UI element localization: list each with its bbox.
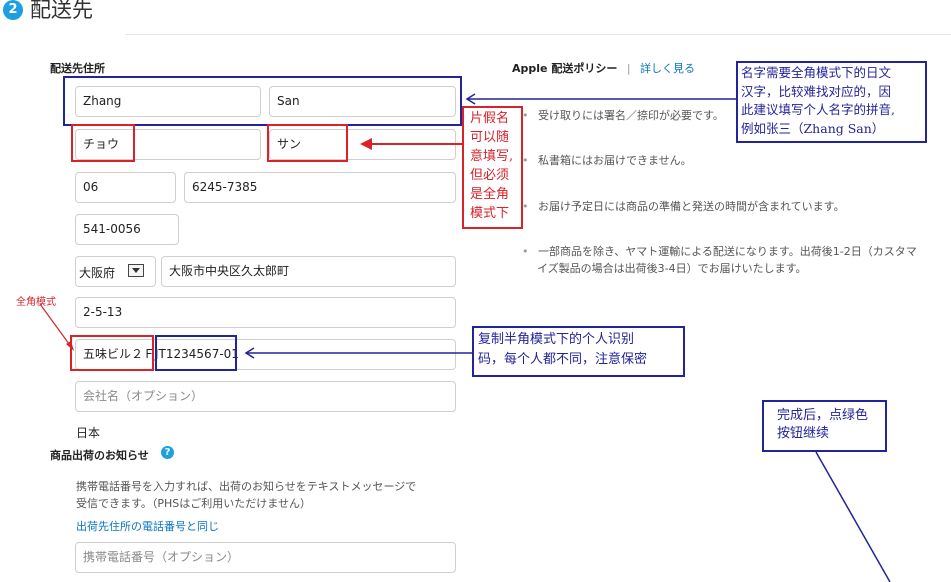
continue-note-arrow-line: [815, 451, 891, 582]
fullwidth-arrowhead: [66, 341, 74, 351]
kana-note-arrowhead: [360, 138, 372, 150]
fullwidth-arrow-line: [39, 303, 73, 349]
annotation-arrows: [39, 93, 891, 582]
